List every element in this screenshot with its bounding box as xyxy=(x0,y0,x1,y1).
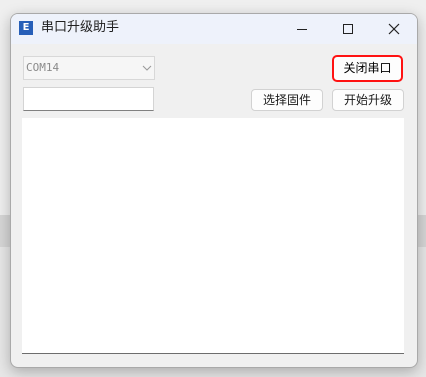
window-title: 串口升级助手 xyxy=(41,20,120,35)
log-output-area[interactable] xyxy=(22,118,404,354)
serial-port-value: COM14 xyxy=(26,61,60,74)
start-upgrade-button[interactable]: 开始升级 xyxy=(332,89,404,111)
close-icon xyxy=(388,23,400,35)
serial-port-select[interactable]: COM14 xyxy=(23,56,155,80)
select-firmware-button[interactable]: 选择固件 xyxy=(251,89,323,111)
maximize-button[interactable] xyxy=(325,14,371,44)
close-port-button[interactable]: 关闭串口 xyxy=(332,55,403,82)
chevron-down-icon xyxy=(142,65,152,71)
close-window-button[interactable] xyxy=(371,14,417,44)
serial-param-input[interactable] xyxy=(23,87,154,111)
minimize-icon xyxy=(297,29,307,30)
title-bar[interactable]: E 串口升级助手 xyxy=(11,14,417,44)
minimize-button[interactable] xyxy=(279,14,325,44)
app-logo-icon: E xyxy=(19,21,33,35)
maximize-icon xyxy=(343,24,353,34)
app-window: E 串口升级助手 COM14 关闭串口 选择固件 开始升级 xyxy=(10,13,418,368)
